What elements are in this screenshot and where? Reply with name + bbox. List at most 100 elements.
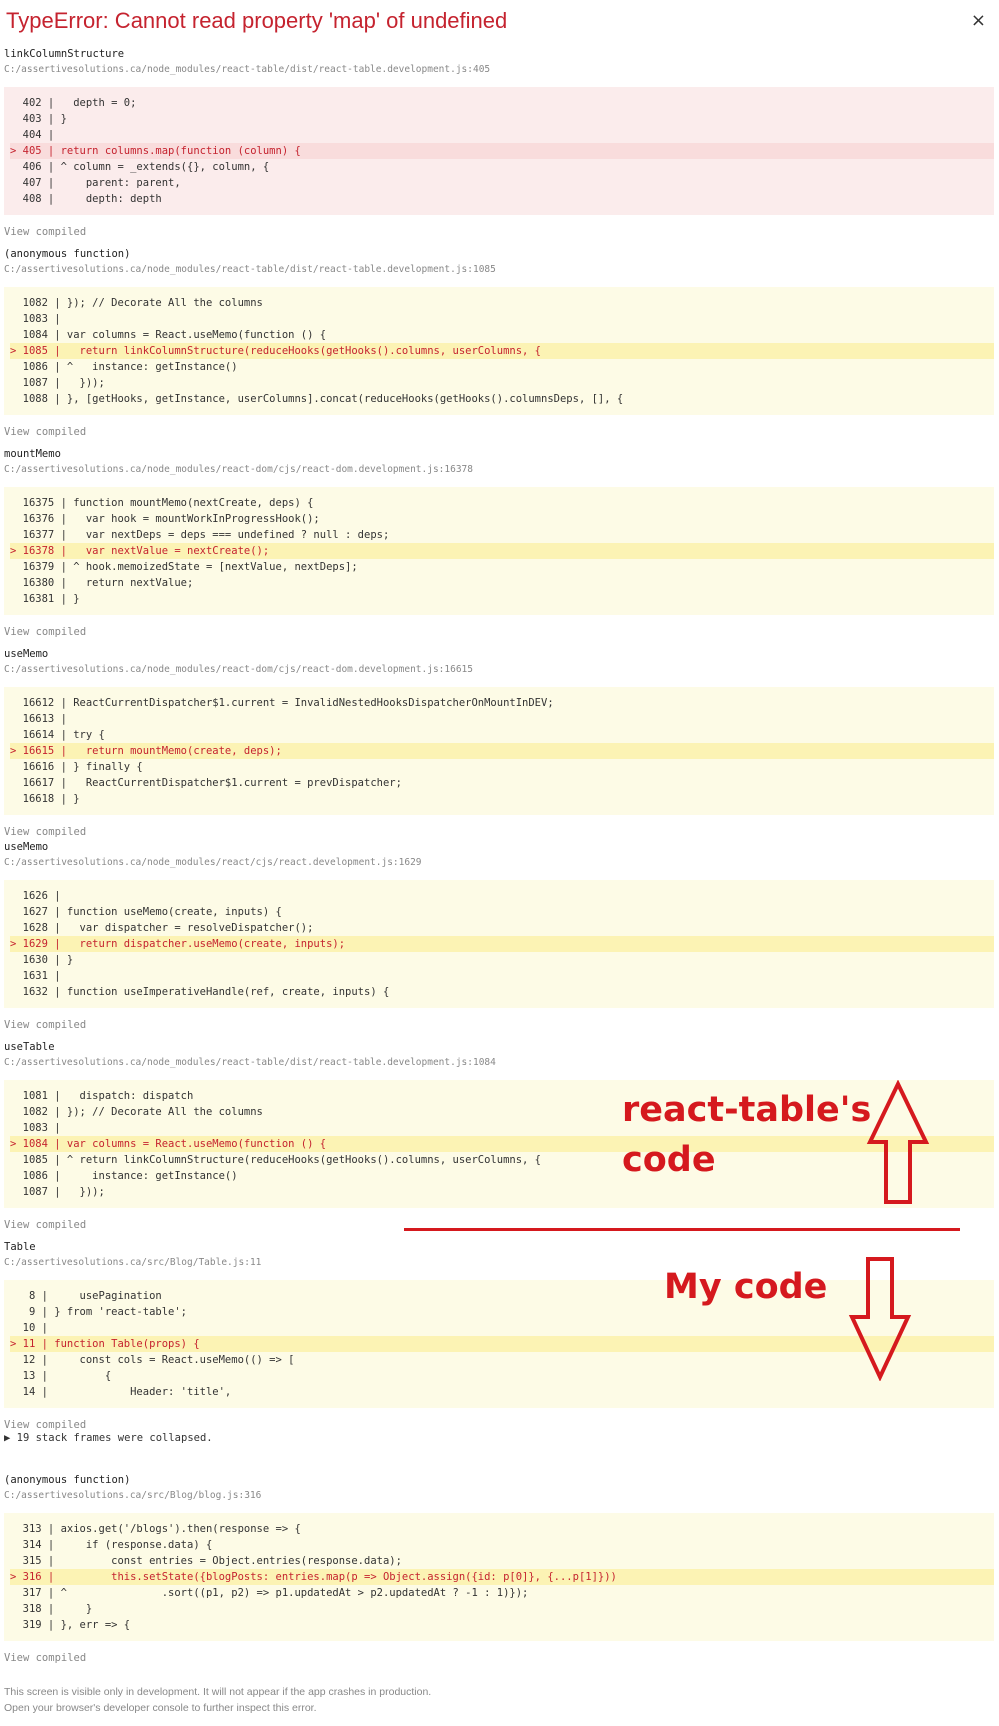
stack-frame: Table C:/assertivesolutions.ca/src/Blog/T… bbox=[4, 1241, 994, 1432]
code-snippet: 1626 | 1627 | function useMemo(create, i… bbox=[4, 880, 994, 1008]
frame-file-path: C:/assertivesolutions.ca/node_modules/re… bbox=[4, 64, 491, 75]
code-line: 1626 | bbox=[10, 890, 61, 902]
code-line: 317 | ^ .sort((p1, p2) => p1.updatedAt >… bbox=[10, 1587, 529, 1599]
annotation-line-2: code bbox=[622, 1140, 716, 1180]
code-snippet: 16375 | function mountMemo(nextCreate, d… bbox=[4, 487, 994, 615]
error-header: TypeError: Cannot read property 'map' of… bbox=[6, 6, 996, 38]
code-snippet: 1082 | }); // Decorate All the columns 1… bbox=[4, 287, 994, 415]
code-line: 16377 | var nextDeps = deps === undefine… bbox=[10, 529, 390, 541]
code-line: 16375 | function mountMemo(nextCreate, d… bbox=[10, 497, 314, 509]
code-line: 10 | bbox=[10, 1322, 48, 1334]
view-compiled-link[interactable]: View compiled bbox=[4, 1418, 994, 1432]
frame-function-name: (anonymous function) bbox=[4, 1474, 131, 1486]
stack-frame: mountMemo C:/assertivesolutions.ca/node_m… bbox=[4, 448, 994, 639]
code-line: 16618 | } bbox=[10, 793, 80, 805]
code-line: 403 | } bbox=[10, 113, 67, 125]
code-line: 319 | }, err => { bbox=[10, 1619, 131, 1631]
view-compiled-link[interactable]: View compiled bbox=[4, 1651, 994, 1665]
view-compiled-link[interactable]: View compiled bbox=[4, 1018, 994, 1032]
annotation-react-table-label: react-table's code bbox=[622, 1085, 871, 1185]
frame-function-name: linkColumnStructure bbox=[4, 48, 125, 60]
code-line: 315 | const entries = Object.entries(res… bbox=[10, 1555, 402, 1567]
stack-frame: (anonymous function) C:/assertivesolution… bbox=[4, 1474, 994, 1665]
stack-frame: useMemo C:/assertivesolutions.ca/node_mod… bbox=[4, 648, 994, 839]
footer-line-2: Open your browser's developer console to… bbox=[4, 1702, 317, 1714]
code-line: 1631 | bbox=[10, 970, 61, 982]
code-line: 9 | } from 'react-table'; bbox=[10, 1306, 188, 1318]
code-line: 16617 | ReactCurrentDispatcher$1.current… bbox=[10, 777, 402, 789]
frame-file-path: C:/assertivesolutions.ca/node_modules/re… bbox=[4, 664, 473, 675]
highlighted-code-line: > 1085 | return linkColumnStructure(redu… bbox=[10, 343, 994, 359]
code-line: 12 | const cols = React.useMemo(() => [ bbox=[10, 1354, 295, 1366]
code-line: 1083 | bbox=[10, 313, 61, 325]
code-line: 1087 | })); bbox=[10, 1186, 105, 1198]
frame-function-name: mountMemo bbox=[4, 448, 61, 460]
code-line: 1088 | }, [getHooks, getInstance, userCo… bbox=[10, 393, 624, 405]
frame-file-path: C:/assertivesolutions.ca/node_modules/re… bbox=[4, 1057, 496, 1068]
code-snippet: 313 | axios.get('/blogs').then(response … bbox=[4, 1513, 994, 1641]
code-line: 1082 | }); // Decorate All the columns bbox=[10, 297, 263, 309]
stack-frame: linkColumnStructure C:/assertivesolutions… bbox=[4, 48, 994, 239]
code-snippet: 16612 | ReactCurrentDispatcher$1.current… bbox=[4, 687, 994, 815]
footer-note: This screen is visible only in developme… bbox=[4, 1684, 431, 1716]
code-line: 313 | axios.get('/blogs').then(response … bbox=[10, 1523, 301, 1535]
code-line: 1084 | var columns = React.useMemo(funct… bbox=[10, 329, 327, 341]
frame-function-name: useTable bbox=[4, 1041, 55, 1053]
code-line: 402 | depth = 0; bbox=[10, 97, 137, 109]
highlighted-code-line: > 16615 | return mountMemo(create, deps)… bbox=[10, 743, 994, 759]
code-line: 16379 | ^ hook.memoizedState = [nextValu… bbox=[10, 561, 358, 573]
collapsed-frames-toggle[interactable]: ▶ 19 stack frames were collapsed. bbox=[4, 1431, 213, 1445]
frame-function-name: useMemo bbox=[4, 841, 49, 853]
footer-line-1: This screen is visible only in developme… bbox=[4, 1686, 432, 1698]
code-line: 1087 | })); bbox=[10, 377, 105, 389]
code-line: 16376 | var hook = mountWorkInProgressHo… bbox=[10, 513, 320, 525]
code-line: 1086 | ^ instance: getInstance() bbox=[10, 361, 238, 373]
error-title: TypeError: Cannot read property 'map' of… bbox=[6, 8, 508, 33]
annotation-divider bbox=[404, 1228, 960, 1231]
code-snippet: 8 | usePagination 9 | } from 'react-tabl… bbox=[4, 1280, 994, 1408]
code-line: 14 | Header: 'title', bbox=[10, 1386, 232, 1398]
highlighted-code-line: > 316 | this.setState({blogPosts: entrie… bbox=[10, 1569, 994, 1585]
code-line: 318 | } bbox=[10, 1603, 93, 1615]
code-line: 1627 | function useMemo(create, inputs) … bbox=[10, 906, 282, 918]
code-line: 404 | bbox=[10, 129, 55, 141]
code-line: 406 | ^ column = _extends({}, column, { bbox=[10, 161, 270, 173]
code-line: 314 | if (response.data) { bbox=[10, 1539, 213, 1551]
view-compiled-link[interactable]: View compiled bbox=[4, 225, 994, 239]
frame-file-path: C:/assertivesolutions.ca/node_modules/re… bbox=[4, 857, 422, 868]
view-compiled-link[interactable]: View compiled bbox=[4, 425, 994, 439]
frame-file-path: C:/assertivesolutions.ca/node_modules/re… bbox=[4, 264, 496, 275]
up-arrow-icon bbox=[866, 1080, 930, 1204]
highlighted-code-line: > 16378 | var nextValue = nextCreate(); bbox=[10, 543, 994, 559]
code-snippet: 402 | depth = 0; 403 | } 404 | > 405 | re… bbox=[4, 87, 994, 215]
highlighted-code-line: > 1629 | return dispatcher.useMemo(creat… bbox=[10, 936, 994, 952]
annotation-my-code-label: My code bbox=[664, 1267, 828, 1307]
code-line: 13 | { bbox=[10, 1370, 112, 1382]
close-icon[interactable]: × bbox=[971, 10, 986, 31]
highlighted-code-line: > 405 | return columns.map(function (col… bbox=[10, 143, 994, 159]
frame-file-path: C:/assertivesolutions.ca/src/Blog/Table.… bbox=[4, 1257, 262, 1268]
frame-function-name: Table bbox=[4, 1241, 36, 1253]
frame-function-name: (anonymous function) bbox=[4, 248, 131, 260]
stack-frame: useMemo C:/assertivesolutions.ca/node_mod… bbox=[4, 841, 994, 1032]
code-line: 1632 | function useImperativeHandle(ref,… bbox=[10, 986, 390, 998]
frame-file-path: C:/assertivesolutions.ca/node_modules/re… bbox=[4, 464, 473, 475]
frame-function-name: useMemo bbox=[4, 648, 49, 660]
code-line: 408 | depth: depth bbox=[10, 193, 162, 205]
view-compiled-link[interactable]: View compiled bbox=[4, 825, 994, 839]
down-arrow-icon bbox=[848, 1257, 912, 1381]
stack-frame: (anonymous function) C:/assertivesolution… bbox=[4, 248, 994, 439]
highlighted-code-line: > 11 | function Table(props) { bbox=[10, 1336, 994, 1352]
code-line: 8 | usePagination bbox=[10, 1290, 162, 1302]
code-line: 16612 | ReactCurrentDispatcher$1.current… bbox=[10, 697, 554, 709]
code-line: 407 | parent: parent, bbox=[10, 177, 181, 189]
code-line: 16614 | try { bbox=[10, 729, 105, 741]
annotation-line-1: react-table's bbox=[622, 1090, 872, 1130]
code-line: 1630 | } bbox=[10, 954, 74, 966]
frame-file-path: C:/assertivesolutions.ca/src/Blog/blog.j… bbox=[4, 1490, 262, 1501]
code-line: 16381 | } bbox=[10, 593, 80, 605]
code-line: 16613 | bbox=[10, 713, 67, 725]
code-line: 16380 | return nextValue; bbox=[10, 577, 194, 589]
view-compiled-link[interactable]: View compiled bbox=[4, 625, 994, 639]
code-line: 16616 | } finally { bbox=[10, 761, 143, 773]
